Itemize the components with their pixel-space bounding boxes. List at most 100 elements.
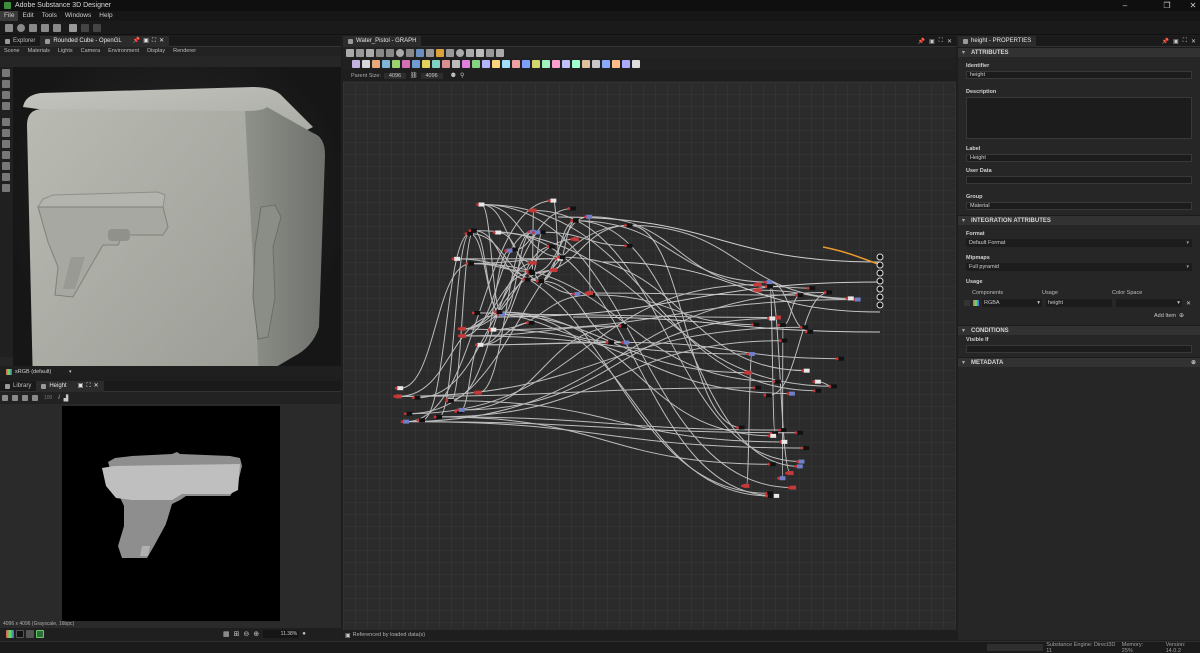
usage-colorspace-select[interactable]: ▾ [1116, 299, 1182, 307]
maximize-icon[interactable]: ⛶ [86, 381, 90, 392]
node-library-button[interactable] [422, 60, 430, 68]
float-icon[interactable]: ▣ [929, 38, 935, 45]
node-library-button[interactable] [562, 60, 570, 68]
tab-library[interactable]: Library [0, 381, 36, 392]
node-library-button[interactable] [532, 60, 540, 68]
zoom-level[interactable]: 11.38% [263, 630, 300, 638]
close-tab-icon[interactable]: ✕ [94, 381, 99, 392]
fit-icon[interactable]: ⊞ [234, 630, 240, 638]
pin-icon[interactable]: 📌 [133, 36, 140, 47]
pin-icon[interactable]: 📌 [918, 38, 925, 45]
redo-icon[interactable] [93, 23, 101, 32]
node-library-button[interactable] [502, 60, 510, 68]
output-size-select[interactable]: 4096 [420, 72, 443, 79]
viewport-menu-lights[interactable]: Lights [54, 47, 77, 56]
new-package-icon[interactable] [5, 23, 13, 32]
graph-pin-icon[interactable] [416, 48, 424, 57]
graph-settings-icon[interactable] [496, 48, 504, 57]
person-icon[interactable]: ⚲ [460, 72, 464, 79]
info-icon[interactable]: i [58, 395, 59, 401]
float-icon[interactable]: ▣ [78, 381, 84, 392]
minimize-button[interactable]: – [1110, 0, 1140, 11]
float-icon[interactable]: ▣ [1173, 38, 1179, 45]
mipmaps-select[interactable]: Full pyramid ▾ [966, 263, 1192, 271]
stats-icon[interactable] [2, 184, 10, 192]
export-icon[interactable] [22, 395, 28, 401]
graph-align-icon[interactable] [406, 48, 414, 57]
viewport-menu-display[interactable]: Display [143, 47, 169, 56]
node-library-button[interactable] [362, 60, 370, 68]
save-icon[interactable] [41, 23, 49, 32]
node-library-button[interactable] [352, 60, 360, 68]
graph-search-icon[interactable] [396, 48, 404, 57]
environment-icon[interactable] [2, 91, 10, 99]
graph-layout-icon[interactable] [346, 48, 354, 57]
close-tab-icon[interactable]: ✕ [1191, 38, 1196, 45]
mesh-icon[interactable] [2, 151, 10, 159]
usage-components-select[interactable]: RGBA ▾ [982, 299, 1042, 307]
graph-comment-icon[interactable] [376, 48, 384, 57]
node-library-button[interactable] [382, 60, 390, 68]
label-field[interactable]: Height [966, 154, 1192, 162]
node-library-button[interactable] [462, 60, 470, 68]
usage-row-handle[interactable] [964, 300, 970, 306]
graph-link-icon[interactable] [466, 48, 474, 57]
light-icon[interactable] [2, 80, 10, 88]
add-icon[interactable]: ⊕ [1179, 312, 1184, 319]
close-button[interactable]: ✕ [1178, 0, 1200, 11]
height-map-preview[interactable] [62, 406, 280, 621]
maximize-icon[interactable]: ⛶ [939, 38, 943, 45]
histogram-icon[interactable]: ▟ [64, 395, 69, 402]
add-metadata-icon[interactable]: ⊕ [1191, 358, 1196, 368]
node-library-button[interactable] [372, 60, 380, 68]
tab-height[interactable]: Height ▣ ⛶ ✕ [36, 380, 104, 392]
grid-icon[interactable]: ▦ [223, 630, 230, 638]
wireframe-icon[interactable] [2, 140, 10, 148]
menu-file[interactable]: File [0, 11, 19, 21]
node-library-button[interactable] [392, 60, 400, 68]
graph-export-icon[interactable] [476, 48, 484, 57]
node-library-button[interactable] [492, 60, 500, 68]
channel-rgb-icon[interactable] [6, 630, 14, 638]
3d-viewport[interactable] [13, 67, 341, 366]
integration-section-header[interactable]: INTEGRATION ATTRIBUTES [958, 215, 1200, 226]
graph-pivot-icon[interactable] [446, 48, 454, 57]
tab-properties[interactable]: height - PROPERTIES [958, 35, 1037, 47]
graph-orange-icon[interactable] [436, 48, 444, 57]
save-image-icon[interactable] [12, 395, 18, 401]
node-library-button[interactable] [522, 60, 530, 68]
viewport-menu-scene[interactable]: Scene [0, 47, 24, 56]
node-library-button[interactable] [472, 60, 480, 68]
dots-icon[interactable]: ⚉ [451, 72, 456, 79]
zoom-out-icon[interactable]: ⊖ [244, 630, 250, 638]
save-all-icon[interactable] [53, 23, 61, 32]
close-tab-icon[interactable]: ✕ [947, 38, 952, 45]
node-library-button[interactable] [452, 60, 460, 68]
node-library-button[interactable] [432, 60, 440, 68]
node-library-button[interactable] [572, 60, 580, 68]
tab-explorer[interactable]: Explorer [0, 36, 40, 47]
frame-icon[interactable] [2, 118, 10, 126]
viewport-menu-camera[interactable]: Camera [77, 47, 105, 56]
pin-icon[interactable]: 📌 [1162, 38, 1169, 45]
node-library-button[interactable] [632, 60, 640, 68]
axis-icon[interactable] [2, 129, 10, 137]
conditions-section-header[interactable]: CONDITIONS [958, 325, 1200, 336]
node-library-button[interactable] [482, 60, 490, 68]
open-folder-icon[interactable] [29, 23, 37, 32]
viewport-menu-materials[interactable]: Materials [24, 47, 54, 56]
channel-gray-icon[interactable] [26, 630, 34, 638]
uv-icon[interactable] [2, 162, 10, 170]
tile-icon[interactable] [32, 395, 38, 401]
node-library-button[interactable] [442, 60, 450, 68]
graph-share-icon[interactable] [426, 48, 434, 57]
float-icon[interactable]: ▣ [143, 36, 149, 47]
channel-tile-icon[interactable] [36, 630, 44, 638]
visible-if-field[interactable] [966, 345, 1192, 353]
menu-help[interactable]: Help [95, 11, 116, 21]
link-size-icon[interactable]: ⛓ [410, 72, 418, 79]
tangent-icon[interactable] [2, 173, 10, 181]
add-item-button[interactable]: Add Item [1154, 313, 1176, 319]
node-library-button[interactable] [602, 60, 610, 68]
tab-graph[interactable]: Water_Pistol - GRAPH [343, 35, 422, 47]
